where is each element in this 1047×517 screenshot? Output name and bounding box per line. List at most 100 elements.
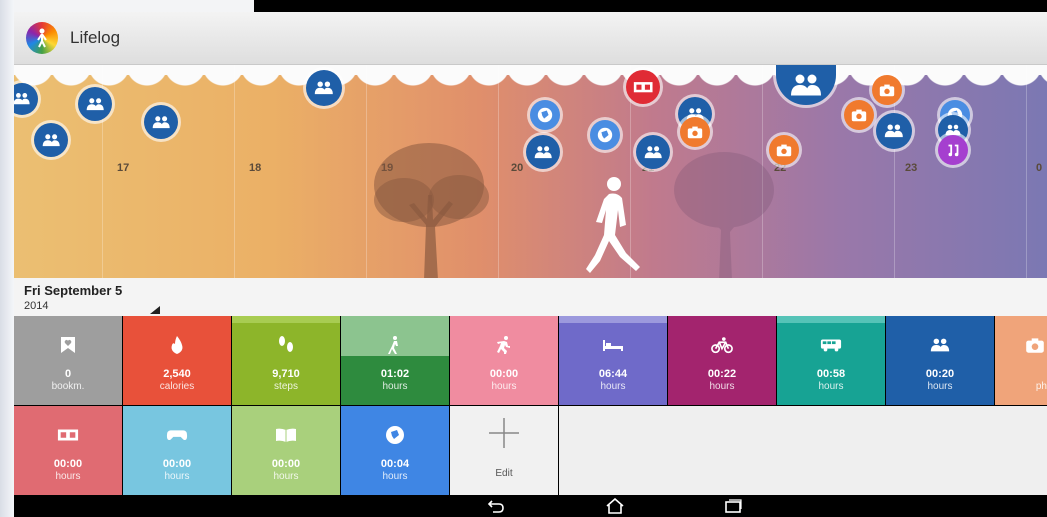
tile-movies[interactable]: 00:00 hours	[14, 406, 122, 495]
tile-unit: hours	[382, 471, 408, 482]
plus-icon	[487, 416, 521, 450]
tile-calories[interactable]: 2,540 calories	[123, 316, 231, 405]
social-event-icon[interactable]	[144, 105, 178, 139]
walking-icon	[383, 334, 407, 356]
social-event-icon[interactable]	[34, 123, 68, 157]
bed-icon	[601, 334, 625, 356]
tile-social[interactable]: 00:20 hours	[886, 316, 994, 405]
tile-unit: calories	[159, 381, 195, 392]
bookmark-icon	[56, 334, 80, 356]
tile-value: 00:22	[707, 368, 737, 380]
hour-label: 18	[249, 162, 262, 174]
tile-value: 2,540	[163, 368, 191, 380]
social-event-icon[interactable]	[876, 113, 912, 149]
system-navigation-bar	[14, 495, 1047, 517]
tile-value: 9,710	[272, 368, 300, 380]
social-event-icon[interactable]	[306, 70, 342, 106]
tile-value: 00:00	[53, 458, 83, 470]
date-selector[interactable]: Fri September 5 2014	[14, 278, 1047, 316]
recents-icon[interactable]	[722, 497, 744, 515]
photo-event-icon[interactable]	[844, 100, 874, 130]
background-paper	[0, 0, 14, 517]
photo-event-icon[interactable]	[872, 75, 902, 105]
running-icon	[492, 334, 516, 356]
tile-unit: ph	[1035, 381, 1047, 392]
tile-unit: hours	[164, 471, 190, 482]
tile-unit: hours	[927, 381, 953, 392]
hour-divider	[1026, 65, 1027, 278]
hour-divider	[498, 65, 499, 278]
tile-steps[interactable]: 9,710 steps	[232, 316, 340, 405]
tree-silhouette-faded	[674, 152, 774, 278]
edit-tiles-button[interactable]: Edit	[450, 406, 558, 495]
browsing-event-icon[interactable]	[590, 120, 620, 150]
flame-icon	[165, 334, 189, 356]
hour-label: 23	[905, 162, 918, 174]
tile-value: 0	[64, 368, 72, 380]
timeline-panel[interactable]: 17 18 19 20 21 22 23 0	[14, 65, 1047, 278]
social-event-icon[interactable]	[636, 135, 670, 169]
globe-icon	[383, 424, 407, 446]
tile-sleep[interactable]: 06:44 hours	[559, 316, 667, 405]
people-icon	[928, 334, 952, 356]
photo-event-icon[interactable]	[680, 117, 710, 147]
browsing-event-icon[interactable]	[530, 100, 560, 130]
tile-value: 00:58	[816, 368, 846, 380]
date-year-label: 2014	[24, 300, 49, 312]
tile-value: 00:00	[489, 368, 519, 380]
tile-goal-cap	[232, 316, 340, 323]
camera-icon	[1023, 334, 1047, 356]
bicycle-icon	[710, 334, 734, 356]
film-icon	[56, 424, 80, 446]
tile-unit: hours	[709, 381, 735, 392]
gamepad-icon	[165, 424, 189, 446]
tile-unit: hours	[600, 381, 626, 392]
tile-cycling[interactable]: 00:22 hours	[668, 316, 776, 405]
tile-unit: hours	[273, 471, 299, 482]
empty-tile-area	[559, 406, 1047, 495]
action-bar: Lifelog	[14, 12, 1047, 65]
tile-reading[interactable]: 00:00 hours	[232, 406, 340, 495]
hour-label: 17	[117, 162, 130, 174]
background-paper-top	[14, 0, 254, 12]
tile-value: 00:04	[380, 458, 410, 470]
app-title: Lifelog	[70, 28, 121, 47]
tile-bookmarks[interactable]: 0 bookm.	[14, 316, 122, 405]
tile-value: 00:00	[162, 458, 192, 470]
tile-value: 00:20	[925, 368, 955, 380]
dropdown-corner-icon	[150, 306, 160, 314]
tile-walking[interactable]: 01:02 hours	[341, 316, 449, 405]
book-icon	[274, 424, 298, 446]
back-icon[interactable]	[484, 497, 506, 515]
bus-icon	[819, 334, 843, 356]
date-day-label: Fri September 5	[24, 283, 123, 298]
footsteps-icon	[274, 334, 298, 356]
movie-event-icon[interactable]	[626, 70, 660, 104]
social-event-icon[interactable]	[526, 135, 560, 169]
device-screen: Lifelog 17 18 19 20 21 22 23 0	[14, 12, 1047, 517]
lifelog-logo-icon[interactable]	[26, 22, 58, 54]
tile-running[interactable]: 00:00 hours	[450, 316, 558, 405]
tile-transport[interactable]: 00:58 hours	[777, 316, 885, 405]
tile-photos[interactable]: ph	[995, 316, 1047, 405]
edit-label: Edit	[495, 468, 513, 479]
tile-unit: hours	[55, 471, 81, 482]
tile-value: 06:44	[598, 368, 628, 380]
tile-unit: hours	[818, 381, 844, 392]
tile-goal-cap	[777, 316, 885, 323]
music-event-icon[interactable]	[938, 135, 968, 165]
tree-silhouette	[374, 143, 489, 278]
walking-person-figure	[586, 177, 640, 273]
device-bezel-top	[254, 0, 1047, 12]
photo-event-icon[interactable]	[769, 135, 799, 165]
hour-divider	[234, 65, 235, 278]
tile-games[interactable]: 00:00 hours	[123, 406, 231, 495]
social-event-icon[interactable]	[78, 87, 112, 121]
hour-label: 0	[1036, 162, 1043, 174]
tile-value: 01:02	[380, 368, 410, 380]
hour-label: 20	[511, 162, 524, 174]
tile-browsing[interactable]: 00:04 hours	[341, 406, 449, 495]
tile-unit: bookm.	[51, 381, 85, 392]
home-icon[interactable]	[604, 497, 626, 515]
tile-unit: hours	[491, 381, 517, 392]
